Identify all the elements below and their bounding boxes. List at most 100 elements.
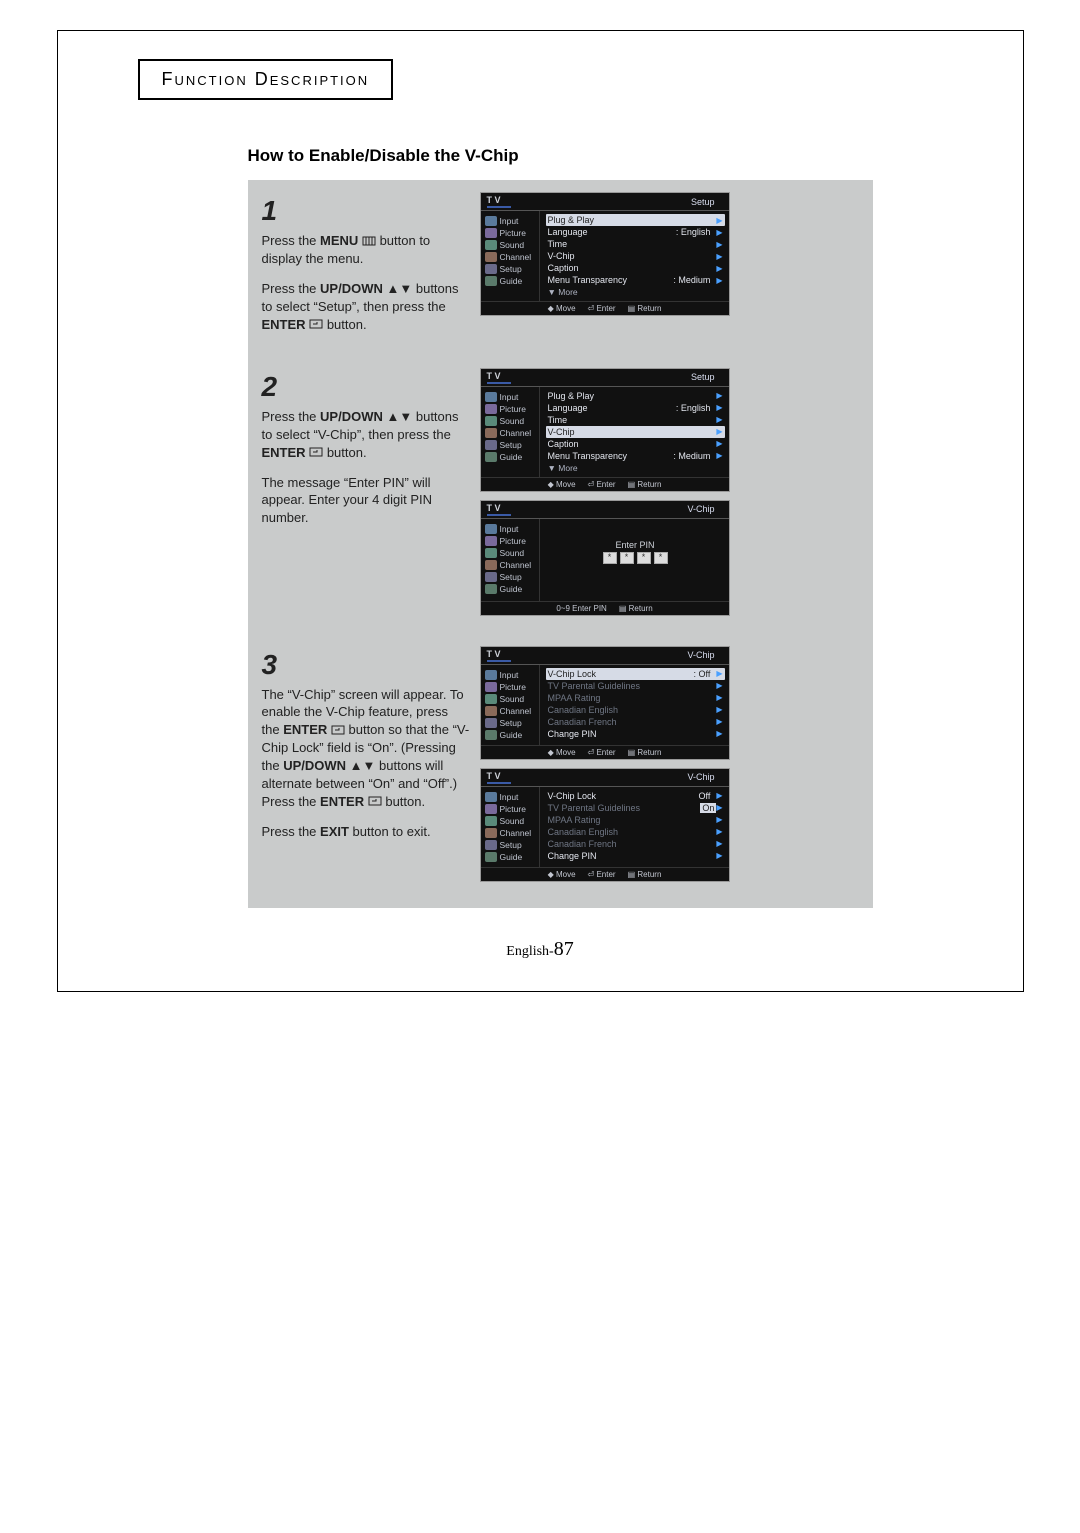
menu-row: Time▶ (546, 238, 725, 250)
channel-icon (485, 252, 497, 262)
menu-value: : English (676, 227, 711, 237)
arrow-right-icon: ▶ (716, 839, 722, 848)
tv-main: Plug & Play▶Language: English▶Time▶V-Chi… (539, 387, 729, 477)
tv-side-item: Input (485, 524, 539, 534)
enter-hint: ⏎ Enter (588, 748, 616, 757)
arrow-right-icon: ▶ (716, 264, 722, 273)
tv-side-item: Input (485, 392, 539, 402)
updown-button-label: UP/DOWN (320, 409, 383, 424)
arrow-right-icon: ▶ (716, 451, 722, 460)
tv-label: T V (487, 771, 511, 784)
input-icon (485, 670, 497, 680)
input-icon (485, 524, 497, 534)
menu-label: Plug & Play (548, 215, 717, 225)
tv-label: T V (487, 649, 511, 662)
menu-label: Caption (548, 439, 717, 449)
tv-footer: ◆ Move ⏎ Enter ▤ Return (481, 745, 729, 759)
channel-icon (485, 828, 497, 838)
picture-icon (485, 536, 497, 546)
paragraph: Press the MENU button to display the men… (262, 232, 470, 268)
tv-sidebar: InputPictureSoundChannelSetupGuide (481, 387, 539, 477)
step-screens: T V V-Chip InputPictureSoundChannelSetup… (480, 646, 859, 890)
tv-side-item: Channel (485, 828, 539, 838)
step-text: 2 Press the UP/DOWN ▲▼ buttons to select… (262, 368, 470, 539)
menu-label: ▼ More (548, 463, 723, 473)
tv-body: InputPictureSoundChannelSetupGuide Enter… (481, 519, 729, 601)
tv-sidebar: InputPictureSoundChannelSetupGuide (481, 519, 539, 601)
tv-side-item: Channel (485, 560, 539, 570)
arrow-right-icon: ▶ (716, 276, 722, 285)
channel-icon (485, 706, 497, 716)
pin-cell[interactable]: * (637, 552, 651, 564)
tv-body: InputPictureSoundChannelSetupGuideV-Chip… (481, 787, 729, 867)
pin-cell[interactable]: * (654, 552, 668, 564)
tv-side-item: Guide (485, 276, 539, 286)
tv-side-item: Input (485, 216, 539, 226)
tv-side-item: Setup (485, 440, 539, 450)
enter-pin-label: Enter PIN (546, 540, 725, 550)
tv-side-item: Setup (485, 718, 539, 728)
menu-label: V-Chip (548, 251, 717, 261)
channel-icon (485, 560, 497, 570)
pin-cell[interactable]: * (620, 552, 634, 564)
tv-label: T V (487, 371, 511, 384)
manual-page: Function Description How to Enable/Disab… (57, 30, 1024, 992)
step-3: 3 The “V-Chip” screen will appear. To en… (262, 646, 859, 890)
updown-icon: ▲▼ (387, 408, 413, 426)
tv-side-item: Guide (485, 852, 539, 862)
tv-screen-enter-pin: T V V-Chip InputPictureSoundChannelSetup… (480, 500, 730, 616)
tv-screen-setup-vchip: T V Setup InputPictureSoundChannelSetupG… (480, 368, 730, 492)
tv-screen-title: Setup (691, 372, 715, 382)
step-screens: T V Setup InputPictureSoundChannelSetupG… (480, 192, 859, 324)
tv-footer: ◆ Move ⏎ Enter ▤ Return (481, 477, 729, 491)
return-hint: ▤ Return (628, 870, 662, 879)
enter-button-label: ENTER (262, 445, 306, 460)
tv-side-item: Picture (485, 228, 539, 238)
arrow-right-icon: ▶ (716, 216, 722, 225)
tv-side-item: Setup (485, 264, 539, 274)
tv-side-item: Setup (485, 572, 539, 582)
menu-label: Menu Transparency (548, 275, 668, 285)
menu-label: Canadian French (548, 717, 717, 727)
tv-body: InputPictureSoundChannelSetupGuideV-Chip… (481, 665, 729, 745)
move-hint: ◆ Move (548, 870, 576, 879)
step-text: 3 The “V-Chip” screen will appear. To en… (262, 646, 470, 853)
tv-side-item: Channel (485, 428, 539, 438)
tv-side-item: Picture (485, 804, 539, 814)
tv-side-item: Setup (485, 840, 539, 850)
menu-label: V-Chip Lock (548, 669, 688, 679)
tv-side-item: Picture (485, 682, 539, 692)
menu-row: V-Chip Lock: Off▶ (546, 668, 725, 680)
step-2: 2 Press the UP/DOWN ▲▼ buttons to select… (262, 368, 859, 624)
updown-button-label: UP/DOWN (283, 758, 346, 773)
menu-row: Language: English▶ (546, 226, 725, 238)
sound-icon (485, 240, 497, 250)
tv-sidebar: InputPictureSoundChannelSetupGuide (481, 787, 539, 867)
arrow-right-icon: ▶ (716, 803, 722, 812)
guide-icon (485, 276, 497, 286)
paragraph: The message “Enter PIN” will appear. Ent… (262, 474, 470, 527)
menu-row: V-Chip▶ (546, 250, 725, 262)
arrow-right-icon: ▶ (716, 391, 722, 400)
setup-icon (485, 718, 497, 728)
menu-label: Caption (548, 263, 717, 273)
menu-row: Plug & Play▶ (546, 214, 725, 226)
tv-sidebar: InputPictureSoundChannelSetupGuide (481, 211, 539, 301)
menu-icon (362, 233, 376, 251)
tv-body: InputPictureSoundChannelSetupGuidePlug &… (481, 211, 729, 301)
tv-side-item: Sound (485, 548, 539, 558)
guide-icon (485, 584, 497, 594)
tv-label: T V (487, 195, 511, 208)
tv-screen-title: Setup (691, 197, 715, 207)
menu-row: Change PIN▶ (546, 850, 725, 862)
menu-row: ▼ More (546, 462, 725, 474)
menu-label: Change PIN (548, 851, 717, 861)
pin-cell[interactable]: * (603, 552, 617, 564)
arrow-right-icon: ▶ (716, 851, 722, 860)
arrow-right-icon: ▶ (716, 403, 722, 412)
tv-side-item: Sound (485, 816, 539, 826)
menu-label: Menu Transparency (548, 451, 668, 461)
menu-row: Menu Transparency: Medium▶ (546, 450, 725, 462)
menu-label: Language (548, 227, 670, 237)
enter-hint: ⏎ Enter (588, 304, 616, 313)
